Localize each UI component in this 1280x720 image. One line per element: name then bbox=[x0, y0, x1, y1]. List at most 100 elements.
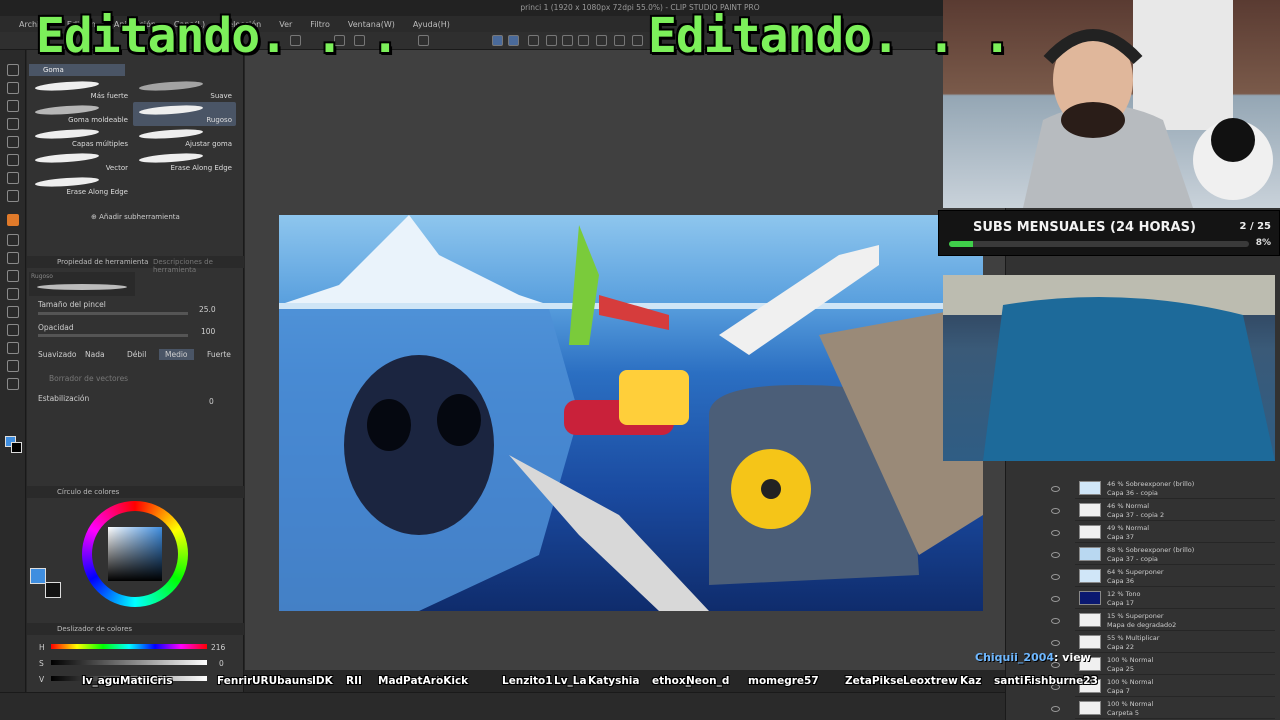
eraser-icon[interactable] bbox=[7, 214, 19, 226]
h-value[interactable]: 216 bbox=[211, 643, 225, 652]
tool-f-icon[interactable] bbox=[614, 35, 625, 46]
rotate-icon[interactable] bbox=[7, 82, 19, 94]
brush-erase-along-edge-2[interactable]: Erase Along Edge bbox=[29, 174, 132, 198]
pen-icon[interactable] bbox=[7, 172, 19, 184]
figure-icon[interactable] bbox=[7, 288, 19, 300]
smoothing-fuerte[interactable]: Fuerte bbox=[207, 350, 231, 359]
move-icon[interactable] bbox=[7, 100, 19, 112]
brush-label: Erase Along Edge bbox=[170, 164, 232, 172]
subs-percent: 8% bbox=[1255, 238, 1271, 248]
layer-visibility-eye-icon[interactable] bbox=[1051, 640, 1060, 646]
zoom-icon[interactable] bbox=[7, 64, 19, 76]
layer-row[interactable]: 12 % Tono Capa 17 bbox=[1075, 588, 1275, 609]
artwork-canvas[interactable] bbox=[279, 215, 983, 611]
blend-icon[interactable] bbox=[7, 234, 19, 246]
clip-studio-window: princi 1 (1920 x 1080px 72dpi 55.0%) - C… bbox=[0, 0, 1280, 720]
brush-rugoso[interactable]: Rugoso bbox=[133, 102, 236, 126]
layer-visibility-eye-icon[interactable] bbox=[1051, 486, 1060, 492]
opacity-slider[interactable] bbox=[38, 334, 188, 337]
layer-row[interactable]: 46 % Normal Capa 37 - copia 2 bbox=[1075, 500, 1275, 521]
brush-size-value[interactable]: 25.0 bbox=[199, 305, 216, 314]
fill-icon[interactable] bbox=[7, 252, 19, 264]
menu-ayuda[interactable]: Ayuda(H) bbox=[404, 20, 459, 29]
layer-thumbnail bbox=[1079, 613, 1101, 627]
layer-name: Carpeta 5 bbox=[1107, 709, 1140, 717]
pencil-icon[interactable] bbox=[7, 190, 19, 202]
tab-color-slider[interactable]: Deslizador de colores bbox=[57, 625, 132, 633]
layer-row[interactable]: 88 % Sobreexponer (brillo) Capa 37 - copi… bbox=[1075, 544, 1275, 565]
brush-erase-along-edge[interactable]: Erase Along Edge bbox=[133, 150, 236, 174]
tool-b-icon[interactable] bbox=[546, 35, 557, 46]
layer-visibility-eye-icon[interactable] bbox=[1051, 530, 1060, 536]
layer-row[interactable]: 64 % Superponer Capa 36 bbox=[1075, 566, 1275, 587]
subtool-tab[interactable]: Goma bbox=[29, 64, 125, 76]
layer-visibility-eye-icon[interactable] bbox=[1051, 552, 1060, 558]
viewer-name: Kaz bbox=[960, 675, 982, 687]
layer-visibility-eye-icon[interactable] bbox=[1051, 706, 1060, 712]
layer-blend: 49 % Normal bbox=[1107, 524, 1150, 532]
snap-grid-icon[interactable] bbox=[508, 35, 519, 46]
add-subtool-label: Añadir subherramienta bbox=[99, 213, 180, 221]
s-value[interactable]: 0 bbox=[219, 659, 224, 668]
brush-mas-fuerte[interactable]: Más fuerte bbox=[29, 78, 132, 102]
layer-visibility-eye-icon[interactable] bbox=[1051, 508, 1060, 514]
viewer-name: ZetaPiksel bbox=[845, 675, 908, 687]
tab-tool-property[interactable]: Propiedad de herramienta bbox=[57, 258, 148, 266]
viewer-name: momegre57 bbox=[748, 675, 819, 687]
viewer-name: Katyshia bbox=[588, 675, 640, 687]
snap-ruler-icon[interactable] bbox=[492, 35, 503, 46]
layer-blend: 88 % Sobreexponer (brillo) bbox=[1107, 546, 1195, 554]
iceberg-artwork bbox=[279, 215, 983, 611]
lasso-icon[interactable] bbox=[7, 118, 19, 130]
brush-goma-moldeable[interactable]: Goma moldeable bbox=[29, 102, 132, 126]
tool-a-icon[interactable] bbox=[528, 35, 539, 46]
smoothing-debil[interactable]: Débil bbox=[127, 350, 146, 359]
layer-visibility-eye-icon[interactable] bbox=[1051, 596, 1060, 602]
secondary-color-swatch[interactable] bbox=[45, 582, 61, 598]
eyedropper-icon[interactable] bbox=[7, 154, 19, 166]
text-icon[interactable] bbox=[7, 342, 19, 354]
color-wheel-header: Círculo de colores bbox=[27, 486, 244, 498]
brush-ajustar-goma[interactable]: Ajustar goma bbox=[133, 126, 236, 150]
saturation-slider[interactable] bbox=[51, 660, 207, 665]
layer-visibility-eye-icon[interactable] bbox=[1051, 574, 1060, 580]
hue-slider[interactable] bbox=[51, 644, 207, 649]
stabilization-value[interactable]: 0 bbox=[209, 397, 214, 406]
color-square[interactable] bbox=[108, 527, 162, 581]
layer-row[interactable]: 46 % Sobreexponer (brillo) Capa 36 - copi… bbox=[1075, 478, 1275, 499]
tool-g-icon[interactable] bbox=[632, 35, 643, 46]
layer-visibility-eye-icon[interactable] bbox=[1051, 618, 1060, 624]
tab-color-wheel[interactable]: Círculo de colores bbox=[57, 488, 119, 496]
brush-capas-multiples[interactable]: Capas múltiples bbox=[29, 126, 132, 150]
smoothing-medio[interactable]: Medio bbox=[159, 349, 194, 360]
layer-row[interactable]: 100 % Normal Capa 7 bbox=[1075, 676, 1275, 697]
layer-row[interactable]: 55 % Multiplicar Capa 22 bbox=[1075, 632, 1275, 653]
brush-size-slider[interactable] bbox=[38, 312, 188, 315]
correct-line-icon[interactable] bbox=[7, 378, 19, 390]
layer-row[interactable]: 15 % Superponer Mapa de degradado2 bbox=[1075, 610, 1275, 631]
color-wheel[interactable] bbox=[82, 501, 188, 607]
frame-icon[interactable] bbox=[7, 306, 19, 318]
layer-name: Capa 22 bbox=[1107, 643, 1134, 651]
tab-tool-description[interactable]: Descripciones de herramienta bbox=[153, 258, 244, 274]
opacity-value[interactable]: 100 bbox=[201, 327, 215, 336]
tool-c-icon[interactable] bbox=[562, 35, 573, 46]
tool-d-icon[interactable] bbox=[578, 35, 589, 46]
gradient-icon[interactable] bbox=[7, 270, 19, 282]
brush-vector[interactable]: Vector bbox=[29, 150, 132, 174]
sub-color-swatch[interactable] bbox=[11, 442, 22, 453]
tool-e-icon[interactable] bbox=[596, 35, 607, 46]
ruler-icon[interactable] bbox=[7, 324, 19, 336]
layer-row[interactable]: 100 % Normal Carpeta 5 bbox=[1075, 698, 1275, 719]
current-color-swatch[interactable] bbox=[30, 568, 46, 584]
balloon-icon[interactable] bbox=[7, 360, 19, 372]
add-subtool-button[interactable]: ⊕ Añadir subherramienta bbox=[91, 213, 180, 221]
layer-row[interactable]: 49 % Normal Capa 37 bbox=[1075, 522, 1275, 543]
smoothing-nada[interactable]: Nada bbox=[85, 350, 105, 359]
chat-user: Chiquii_2004 bbox=[975, 651, 1055, 664]
layer-row[interactable]: 100 % Normal Capa 25 bbox=[1075, 654, 1275, 675]
transform-icon[interactable] bbox=[418, 35, 429, 46]
brush-suave[interactable]: Suave bbox=[133, 78, 236, 102]
layer-name: Capa 17 bbox=[1107, 599, 1134, 607]
magic-wand-icon[interactable] bbox=[7, 136, 19, 148]
